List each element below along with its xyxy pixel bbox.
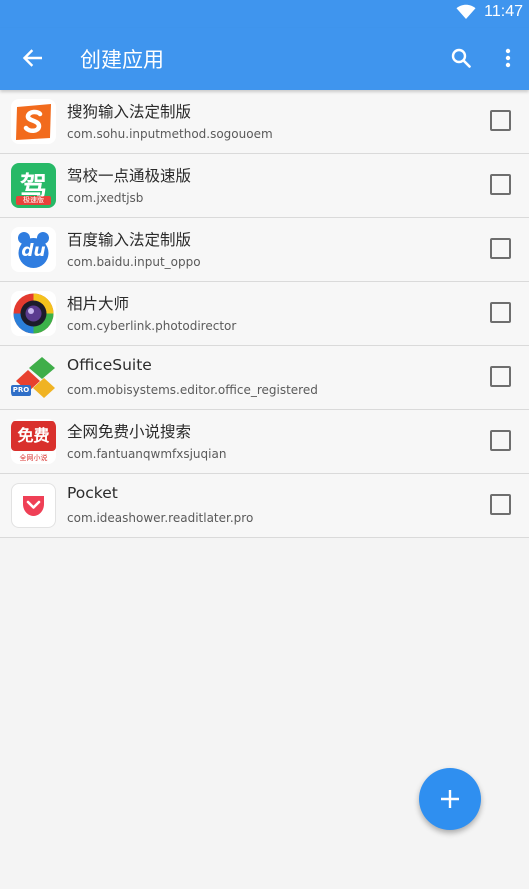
list-item[interactable]: 免费 全网小说 全网免费小说搜索 com.fantuanqwmfxsjuqian [0, 410, 529, 474]
list-item[interactable]: PRO OfficeSuite com.mobisystems.editor.o… [0, 346, 529, 410]
select-checkbox[interactable] [490, 174, 511, 195]
arrow-back-icon [22, 49, 42, 67]
list-item[interactable]: Pocket com.ideashower.readitlater.pro [0, 474, 529, 538]
app-list: 搜狗输入法定制版 com.sohu.inputmethod.sogouoem 驾… [0, 90, 529, 538]
app-name: 全网免费小说搜索 [67, 423, 192, 441]
select-checkbox[interactable] [490, 366, 511, 387]
app-name: 相片大师 [67, 295, 130, 313]
status-bar: 11:47 [0, 0, 529, 28]
back-button[interactable] [14, 40, 50, 76]
app-name: 百度输入法定制版 [67, 231, 192, 249]
search-button[interactable] [443, 40, 479, 76]
app-bar: 创建应用 [0, 28, 529, 90]
app-name: 驾校一点通极速版 [67, 167, 192, 185]
officesuite-icon: PRO [11, 355, 56, 400]
more-options-button[interactable] [490, 40, 526, 76]
pocket-icon [11, 483, 56, 528]
wifi-icon [456, 4, 476, 19]
select-checkbox[interactable] [490, 238, 511, 259]
select-checkbox[interactable] [490, 494, 511, 515]
package-name: com.fantuanqwmfxsjuqian [67, 447, 227, 461]
list-item[interactable]: du 百度输入法定制版 com.baidu.input_oppo [0, 218, 529, 282]
app-name: Pocket [67, 484, 118, 502]
page-title: 创建应用 [80, 48, 164, 72]
list-item[interactable]: 搜狗输入法定制版 com.sohu.inputmethod.sogouoem [0, 90, 529, 154]
app-name: 搜狗输入法定制版 [67, 103, 192, 121]
status-time: 11:47 [484, 3, 523, 20]
sogou-icon [11, 99, 56, 144]
package-name: com.sohu.inputmethod.sogouoem [67, 127, 273, 141]
baidu-input-icon: du [11, 227, 56, 272]
photodirector-icon [11, 291, 56, 336]
jiaxiao-icon: 驾 极速版 [11, 163, 56, 208]
list-item[interactable]: 驾 极速版 驾校一点通极速版 com.jxedtjsb [0, 154, 529, 218]
select-checkbox[interactable] [490, 302, 511, 323]
package-name: com.cyberlink.photodirector [67, 319, 237, 333]
plus-icon [441, 790, 459, 808]
package-name: com.baidu.input_oppo [67, 255, 201, 269]
package-name: com.mobisystems.editor.office_registered [67, 383, 318, 397]
list-item[interactable]: 相片大师 com.cyberlink.photodirector [0, 282, 529, 346]
search-icon [451, 48, 471, 68]
package-name: com.ideashower.readitlater.pro [67, 511, 254, 525]
add-app-button[interactable] [419, 768, 481, 830]
free-novel-icon: 免费 全网小说 [11, 419, 56, 464]
package-name: com.jxedtjsb [67, 191, 144, 205]
select-checkbox[interactable] [490, 430, 511, 451]
app-name: OfficeSuite [67, 356, 152, 374]
select-checkbox[interactable] [490, 110, 511, 131]
more-vert-icon [505, 48, 511, 68]
